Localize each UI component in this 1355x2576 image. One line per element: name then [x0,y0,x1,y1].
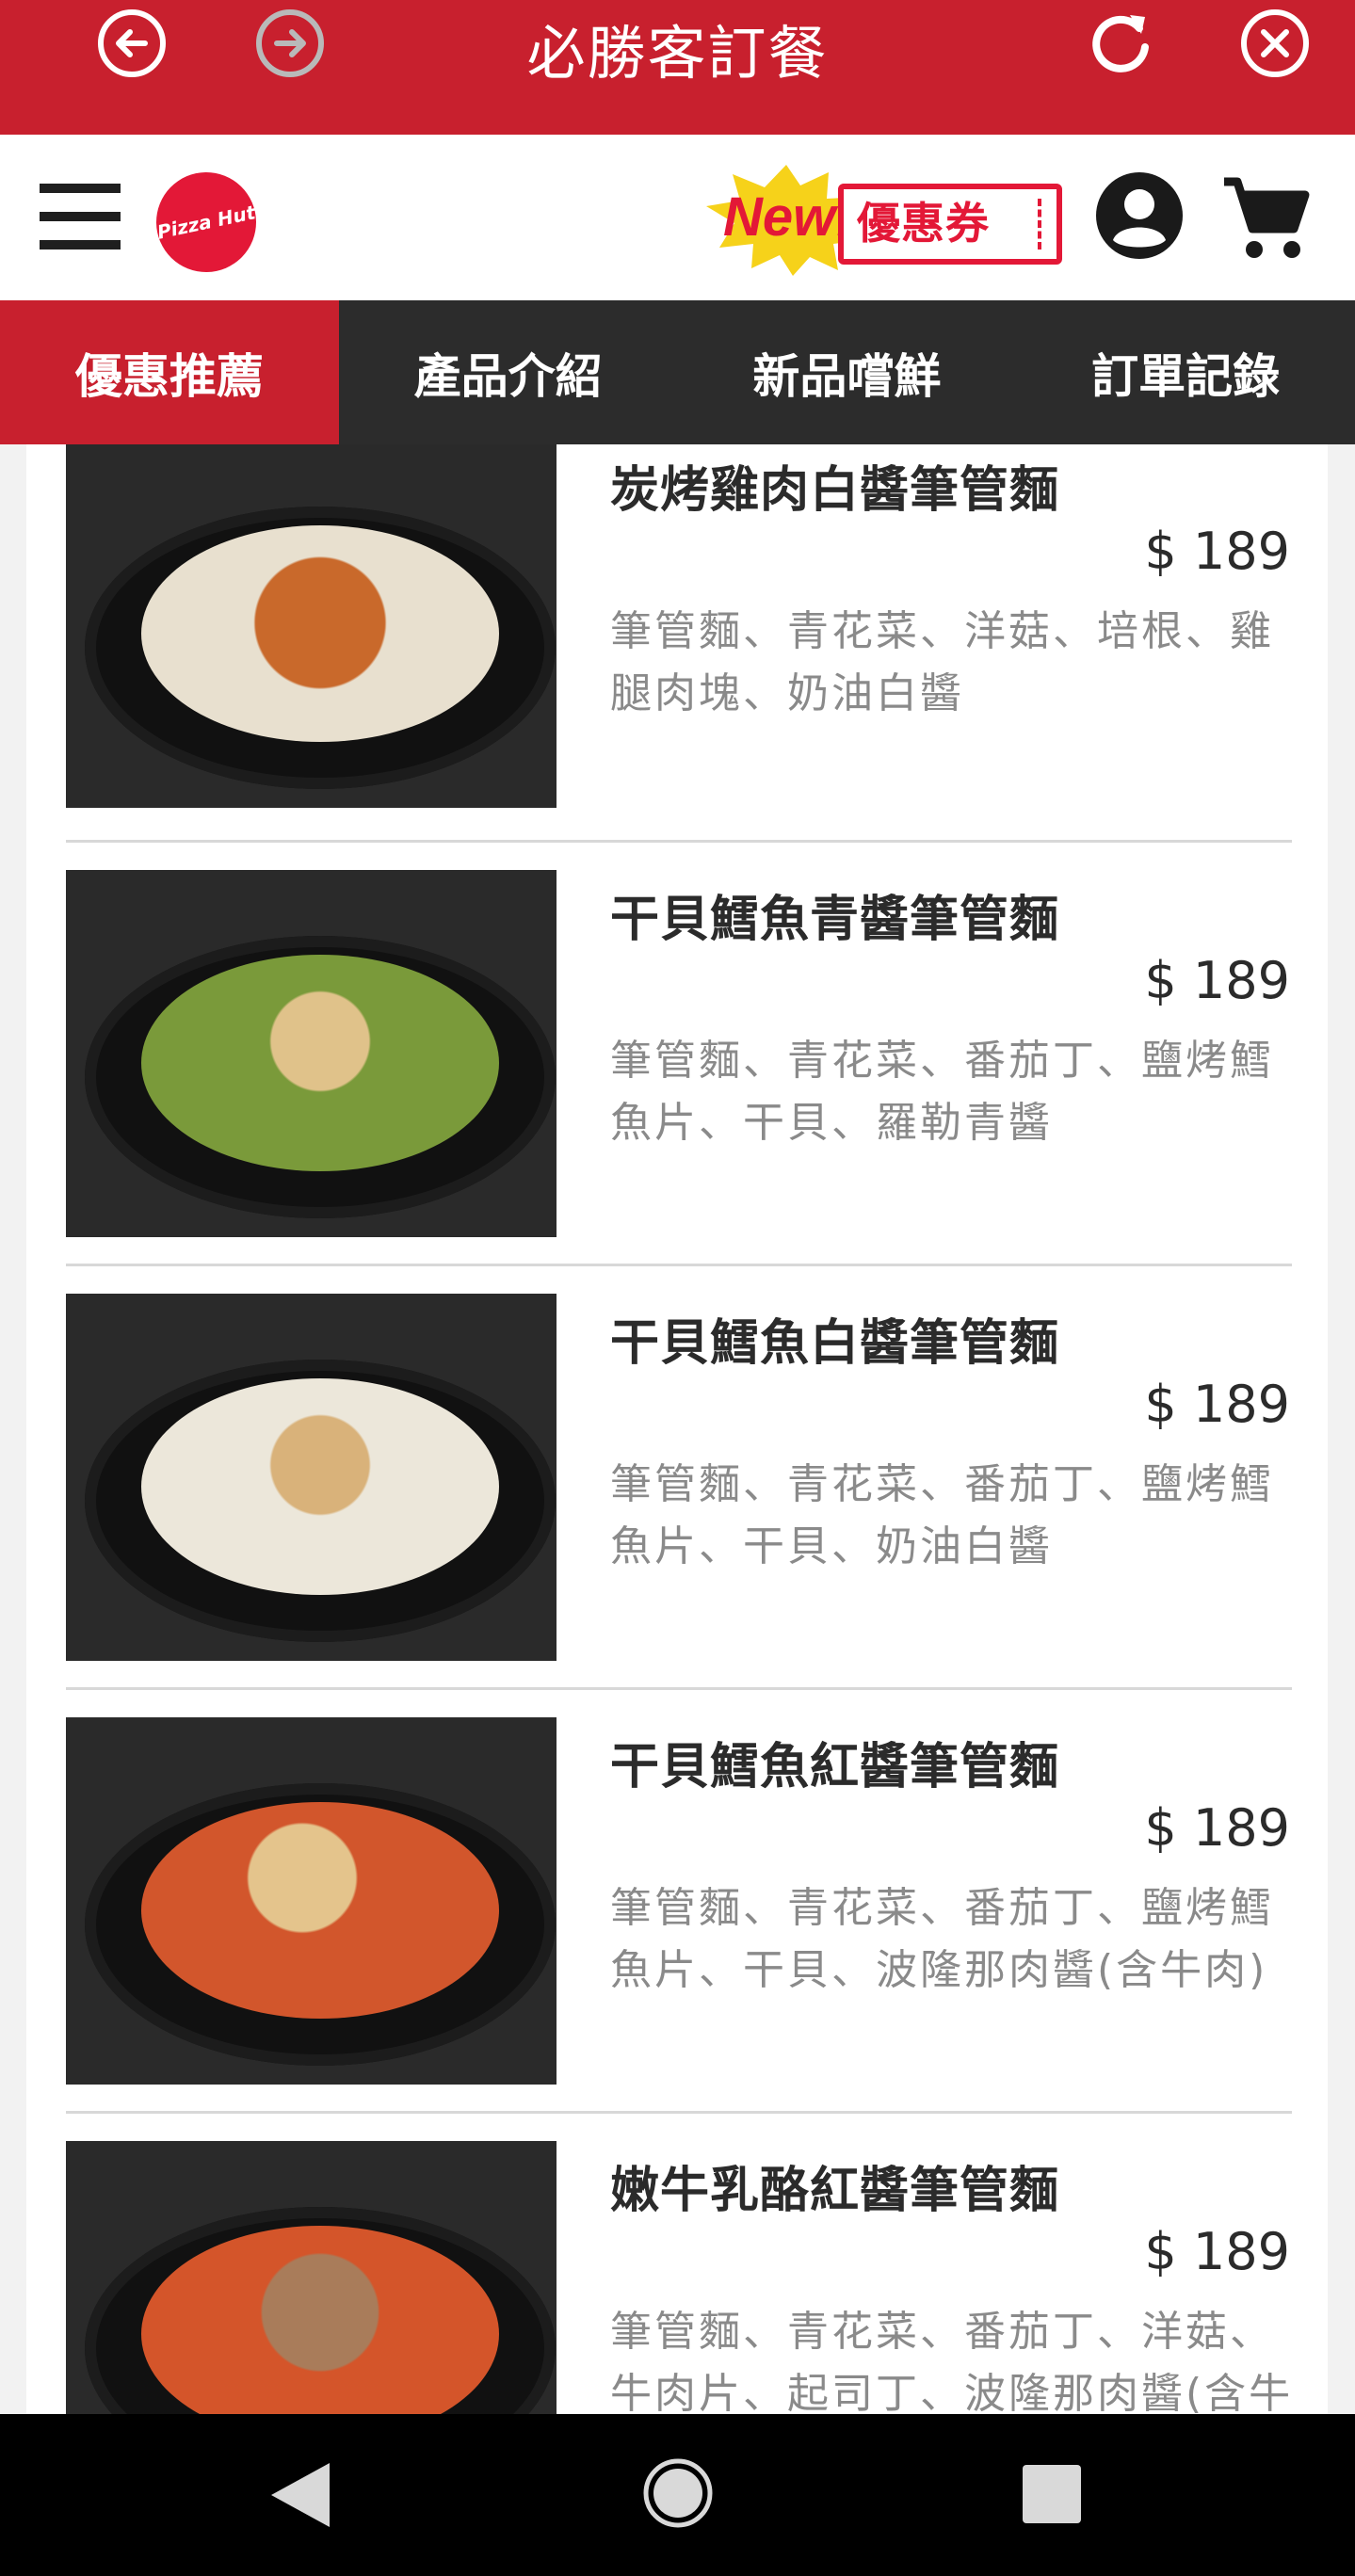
app-header: Pizza Hut New! 優惠券 [0,135,1355,300]
system-nav-bar [0,2414,1355,2576]
tab-new-items[interactable]: 新品嚐鮮 [678,300,1017,444]
product-name: 干貝鱈魚白醬筆管麵 [610,1315,1060,1372]
product-name: 干貝鱈魚紅醬筆管麵 [610,1739,1060,1795]
coupon-label: 優惠券 [838,184,1062,265]
product-item[interactable]: 炭烤雞肉白醬筆管麵 $ 189 筆管麵、青花菜、洋菇、培根、雞腿肉塊、奶油白醬 [66,444,1290,864]
product-description: 筆管麵、青花菜、番茄丁、鹽烤鱈魚片、干貝、波隆那肉醬(含牛肉) [610,1884,1274,1994]
product-photo [66,1294,557,1661]
product-item[interactable]: 干貝鱈魚青醬筆管麵 $ 189 筆管麵、青花菜、番茄丁、鹽烤鱈魚片、干貝、羅勒青… [66,870,1290,1294]
product-list: 炭烤雞肉白醬筆管麵 $ 189 筆管麵、青花菜、洋菇、培根、雞腿肉塊、奶油白醬 … [26,444,1328,2414]
product-photo [66,444,557,808]
divider [66,1264,1292,1266]
category-tabs: 優惠推薦 產品介紹 新品嚐鮮 訂單記錄 [0,300,1355,444]
pasta-image [141,1802,499,2019]
product-description: 筆管麵、青花菜、番茄丁、鹽烤鱈魚片、干貝、羅勒青醬 [610,1037,1274,1147]
divider [66,840,1292,843]
nav-home-icon[interactable] [642,2457,714,2529]
product-name: 干貝鱈魚青醬筆管麵 [610,892,1060,948]
product-description: 筆管麵、青花菜、番茄丁、洋菇、牛肉片、起司丁、波隆那肉醬(含牛肉) [610,2308,1294,2414]
product-item[interactable]: 嫩牛乳酪紅醬筆管麵 $ 189 筆管麵、青花菜、番茄丁、洋菇、牛肉片、起司丁、波… [66,2141,1290,2414]
pasta-image [141,1378,499,1595]
pasta-image [141,525,499,742]
pasta-image [141,955,499,1171]
product-photo [66,2141,557,2414]
product-description: 筆管麵、青花菜、洋菇、培根、雞腿肉塊、奶油白醬 [610,607,1274,717]
coupon-button[interactable]: New! 優惠券 [706,165,1064,276]
pizza-hut-logo[interactable]: Pizza Hut [147,163,266,282]
product-price: $ 189 [1144,2222,1290,2281]
account-icon[interactable] [1094,170,1185,261]
cart-icon[interactable] [1220,172,1311,263]
nav-back-icon[interactable] [267,2459,335,2531]
tab-recommended[interactable]: 優惠推薦 [0,300,339,444]
product-item[interactable]: 干貝鱈魚紅醬筆管麵 $ 189 筆管麵、青花菜、番茄丁、鹽烤鱈魚片、干貝、波隆那… [66,1717,1290,2141]
product-name: 嫩牛乳酪紅醬筆管麵 [610,2163,1060,2219]
nav-recents-icon[interactable] [1023,2465,1081,2523]
menu-icon[interactable] [40,184,121,250]
product-photo [66,1717,557,2085]
tab-order-history[interactable]: 訂單記錄 [1016,300,1355,444]
close-icon [1261,29,1289,57]
product-description: 筆管麵、青花菜、番茄丁、鹽烤鱈魚片、干貝、奶油白醬 [610,1460,1274,1570]
product-price: $ 189 [1144,522,1290,581]
product-price: $ 189 [1144,951,1290,1010]
product-photo [66,870,557,1237]
close-button[interactable] [1241,9,1309,77]
product-name: 炭烤雞肉白醬筆管麵 [610,462,1060,519]
app-title-bar: 必勝客訂餐 [0,0,1355,135]
tab-products[interactable]: 產品介紹 [339,300,678,444]
product-price: $ 189 [1144,1375,1290,1434]
divider [66,1687,1292,1690]
divider [66,2111,1292,2114]
new-label: New! [723,186,854,248]
product-price: $ 189 [1144,1798,1290,1858]
refresh-icon[interactable] [1085,8,1156,79]
product-item[interactable]: 干貝鱈魚白醬筆管麵 $ 189 筆管麵、青花菜、番茄丁、鹽烤鱈魚片、干貝、奶油白… [66,1294,1290,1717]
